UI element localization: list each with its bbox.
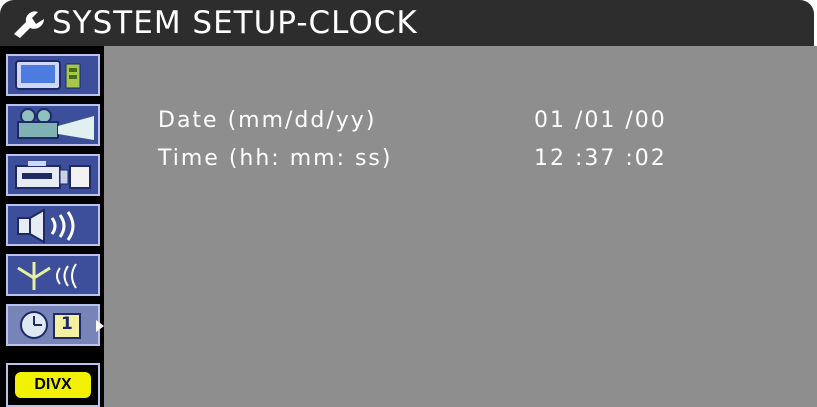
date-value[interactable]: 01 /01 /00 [534, 108, 667, 133]
wrench-icon [14, 11, 44, 38]
time-value[interactable]: 12 :37 :02 [534, 146, 667, 171]
clock-settings-panel: Date (mm/dd/yy) 01 /01 /00 Time (hh: mm:… [104, 46, 817, 407]
sidebar-item-tv[interactable] [6, 54, 100, 96]
clock-calendar-icon [20, 311, 81, 339]
setup-screen: SYSTEM SETUP-CLOCK 1 DIVX Date (mm/dd/yy… [0, 0, 817, 407]
sidebar-item-clock[interactable]: 1 [6, 304, 104, 346]
sidebar-item-camcorder[interactable] [6, 154, 100, 196]
camcorder-icon [15, 161, 91, 189]
sidebar-item-speaker[interactable] [6, 204, 100, 246]
calendar-day-number: 1 [61, 314, 73, 334]
antenna-signal-icon [17, 262, 77, 290]
movie-projector-icon [17, 108, 94, 140]
sidebar-item-projector[interactable] [6, 104, 100, 146]
page-title: SYSTEM SETUP-CLOCK [52, 5, 418, 41]
sidebar-item-divx[interactable]: DIVX [6, 363, 100, 407]
sidebar-item-antenna[interactable] [6, 254, 100, 296]
tv-display-icon [15, 60, 81, 90]
time-label: Time (hh: mm: ss) [158, 146, 393, 171]
speaker-sound-icon [17, 208, 75, 244]
sidebar: 1 DIVX [0, 46, 104, 407]
divx-logo: DIVX [15, 372, 91, 398]
date-label: Date (mm/dd/yy) [158, 108, 377, 133]
title-bar: SYSTEM SETUP-CLOCK [0, 0, 814, 46]
selected-arrow-icon [96, 320, 104, 332]
